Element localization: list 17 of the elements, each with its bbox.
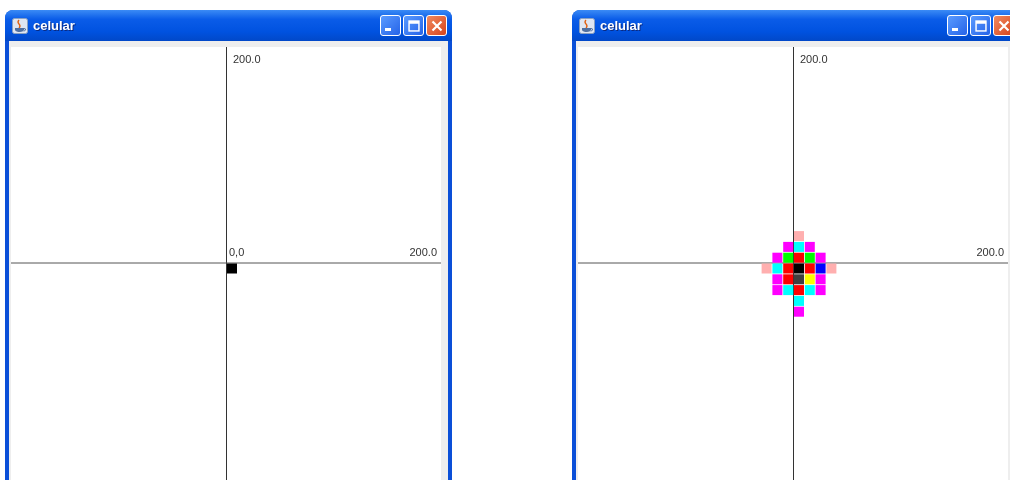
- minimize-icon: [384, 28, 391, 31]
- maximize-button[interactable]: [403, 15, 424, 36]
- axis-label: 200.0: [409, 246, 437, 258]
- window-title: celular: [600, 18, 643, 33]
- minimize-button[interactable]: [947, 15, 968, 36]
- maximize-button[interactable]: [970, 15, 991, 36]
- minimize-button[interactable]: [380, 15, 401, 36]
- coffee-cup-icon: [12, 17, 28, 34]
- axis-label: 200.0: [976, 246, 1004, 258]
- close-button[interactable]: [426, 15, 447, 36]
- window-title: celular: [33, 18, 76, 33]
- coffee-cup-icon: [579, 17, 595, 34]
- origin-label: 0,0: [229, 246, 245, 258]
- axis-label: 200.0: [233, 53, 261, 65]
- axis-label: 200.0: [800, 53, 828, 65]
- minimize-icon: [951, 28, 958, 31]
- close-button[interactable]: [993, 15, 1010, 36]
